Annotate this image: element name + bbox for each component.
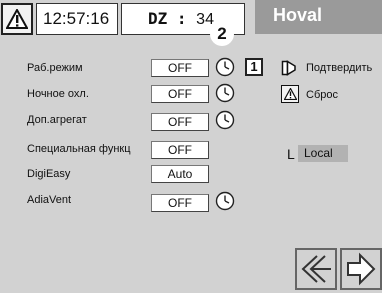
warning-triangle-icon — [6, 9, 28, 29]
confirm-flag-icon — [281, 60, 296, 76]
next-button[interactable] — [340, 248, 382, 290]
brand-text: Hoval — [273, 5, 323, 25]
row-label-special-function: Специальная функц — [27, 143, 131, 155]
right-arrow-icon — [347, 252, 376, 286]
callout-marker-2: 2 — [210, 22, 234, 46]
clock-icon[interactable] — [215, 110, 235, 130]
local-mode-button[interactable]: Local — [298, 145, 348, 162]
row-value-special-function[interactable]: OFF — [151, 141, 209, 159]
confirm-label: Подтвердить — [306, 62, 373, 74]
back-button[interactable] — [295, 248, 337, 290]
confirm-button[interactable]: Подтвердить — [281, 58, 382, 78]
row-value-adiavent[interactable]: OFF — [151, 194, 209, 212]
callout-marker-1: 1 — [245, 58, 263, 76]
dz-label: DZ : — [148, 9, 187, 28]
reset-button[interactable]: Сброс — [281, 85, 371, 105]
row-label-night-cooling: Ночное охл. — [27, 88, 89, 100]
row-label-adiavent: AdiaVent — [27, 194, 72, 206]
clock-icon[interactable] — [215, 191, 235, 211]
local-prefix: L — [287, 146, 295, 162]
row-value-mode[interactable]: OFF — [151, 59, 209, 77]
row-value-night-cooling[interactable]: OFF — [151, 85, 209, 103]
row-label-mode: Раб.режим — [27, 62, 83, 74]
alarm-button[interactable] — [1, 3, 33, 35]
row-label-additional-unit: Доп.агрегат — [27, 114, 87, 126]
brand-logo: Hoval — [255, 0, 382, 34]
row-value-digieasy[interactable]: Auto — [151, 165, 209, 183]
row-label-digieasy: DigiEasy — [27, 168, 71, 180]
warning-triangle-icon — [283, 88, 297, 100]
clock-icon[interactable] — [215, 83, 235, 103]
clock-display: 12:57:16 — [36, 3, 118, 35]
reset-label: Сброс — [306, 89, 338, 101]
dz-value: 34 — [196, 11, 214, 28]
clock-icon[interactable] — [215, 57, 235, 77]
row-value-additional-unit[interactable]: OFF — [151, 113, 209, 131]
double-left-arrow-icon — [301, 255, 331, 283]
time-text: 12:57:16 — [43, 9, 110, 28]
reset-icon-box — [281, 85, 299, 103]
